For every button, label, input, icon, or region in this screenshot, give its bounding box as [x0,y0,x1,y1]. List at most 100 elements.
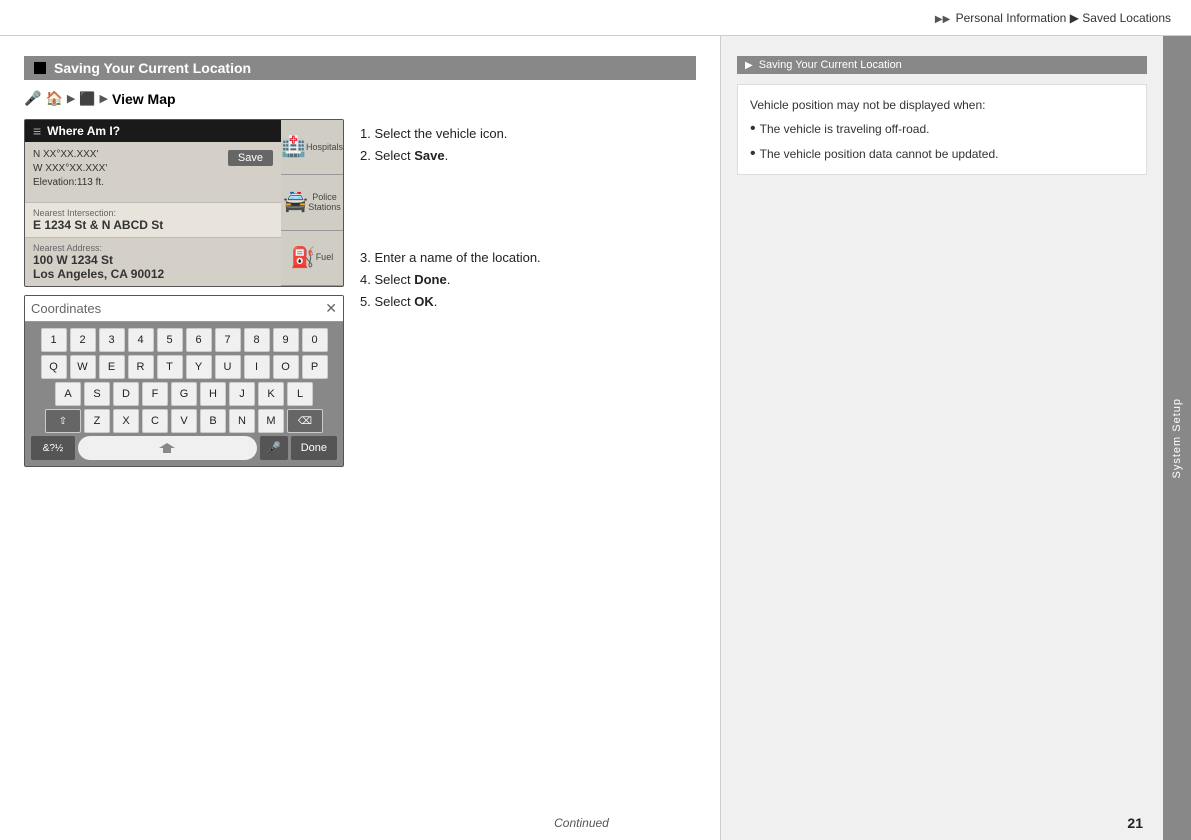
key-k[interactable]: K [258,382,284,406]
key-r[interactable]: R [128,355,154,379]
right-panel-title: Saving Your Current Location [759,59,902,71]
nav-intersection: Nearest Intersection: E 1234 St & N ABCD… [25,202,281,237]
space-key[interactable] [78,436,257,460]
fuel-btn[interactable]: ⛽ Fuel [281,231,343,286]
breadcrumb-part1: Personal Information [956,11,1067,25]
keyboard-screen: Coordinates ✕ 1 2 3 4 5 6 7 [24,295,344,467]
key-3[interactable]: 3 [99,328,125,352]
step2-prefix: 2. Select [360,148,414,163]
step4-bold: Done [414,272,447,287]
backspace-key[interactable]: ⌫ [287,409,323,433]
key-q[interactable]: Q [41,355,67,379]
right-panel-intro: Vehicle position may not be displayed wh… [750,95,1134,115]
key-j[interactable]: J [229,382,255,406]
bottom-row: &?½ 🎤 Done [29,436,339,460]
key-7[interactable]: 7 [215,328,241,352]
keyboard-close-icon[interactable]: ✕ [325,300,337,317]
symbols-key[interactable]: &?½ [31,436,75,460]
bullet-icon-2: • [750,144,756,163]
elevation: Elevation:113 ft. [33,176,273,190]
section-title-bar: Saving Your Current Location [24,56,696,80]
key-4[interactable]: 4 [128,328,154,352]
black-square-icon [34,62,46,74]
path-arrow1: ▶ [67,92,75,105]
key-5[interactable]: 5 [157,328,183,352]
nav-screen-main: ≡ Where Am I? Save N XX°XX.XXX' W XXX°XX… [25,120,281,286]
key-f[interactable]: F [142,382,168,406]
step5-suffix: . [434,294,438,309]
home-icon: 🏠 [45,90,62,107]
path-arrow2: ▶ [100,92,108,105]
key-0[interactable]: 0 [302,328,328,352]
key-m[interactable]: M [258,409,284,433]
sidebar-label-text: System Setup [1171,398,1183,478]
key-o[interactable]: O [273,355,299,379]
key-g[interactable]: G [171,382,197,406]
nav-header-title: Where Am I? [47,124,120,138]
breadcrumb-sep: ▶ [1070,11,1079,25]
key-i[interactable]: I [244,355,270,379]
key-1[interactable]: 1 [41,328,67,352]
bullet-item-2: • The vehicle position data cannot be up… [750,144,1134,164]
right-section-title: ▶ Saving Your Current Location [737,56,1147,74]
key-z[interactable]: Z [84,409,110,433]
step5: 5. Select OK. [360,291,541,313]
key-n[interactable]: N [229,409,255,433]
save-button[interactable]: Save [228,150,273,166]
bullet-text-1: The vehicle is traveling off-road. [760,119,930,139]
keyboard-input-text: Coordinates [31,301,325,316]
breadcrumb-part2: Saved Locations [1082,11,1171,25]
nearest-intersection-value: E 1234 St & N ABCD St [33,218,273,232]
step5-prefix: 5. Select [360,294,414,309]
hospitals-btn[interactable]: 🏥 Hospitals [281,120,343,175]
key-h[interactable]: H [200,382,226,406]
step3: 3. Enter a name of the location. [360,247,541,269]
key-y[interactable]: Y [186,355,212,379]
key-a[interactable]: A [55,382,81,406]
key-x[interactable]: X [113,409,139,433]
instructions-col: 1. Select the vehicle icon. 2. Select Sa… [344,119,541,313]
path-label: View Map [112,91,176,107]
key-p[interactable]: P [302,355,328,379]
main-content: Saving Your Current Location 🎤 🏠 ▶ ⬛ ▶ V… [0,36,1163,840]
keyboard-input-row: Coordinates ✕ [25,296,343,322]
nav-address: Nearest Address: 100 W 1234 St Los Angel… [25,237,281,286]
nav-side-icons: 🏥 Hospitals 🚔 Police Stations ⛽ Fuel [281,120,343,286]
qwerty-row: Q W E R T Y U I O P [29,355,339,379]
key-9[interactable]: 9 [273,328,299,352]
step2-bold: Save [414,148,444,163]
spacer1 [360,167,541,247]
mic-key[interactable]: 🎤 [260,436,288,460]
step4-prefix: 4. Select [360,272,414,287]
nav-info-section: Save N XX°XX.XXX' W XXX°XX.XXX' Elevatio… [25,142,281,202]
key-s[interactable]: S [84,382,110,406]
shift-key[interactable]: ⇧ [45,409,81,433]
key-v[interactable]: V [171,409,197,433]
breadcrumb-arrows: ▶▶ [935,14,950,25]
key-8[interactable]: 8 [244,328,270,352]
done-key[interactable]: Done [291,436,337,460]
step5-bold: OK [414,294,434,309]
key-b[interactable]: B [200,409,226,433]
key-c[interactable]: C [142,409,168,433]
screens-and-instructions: ≡ Where Am I? Save N XX°XX.XXX' W XXX°XX… [24,119,696,467]
key-e[interactable]: E [99,355,125,379]
mic-icon: 🎤 [24,90,41,107]
key-6[interactable]: 6 [186,328,212,352]
path-row: 🎤 🏠 ▶ ⬛ ▶ View Map [24,90,696,107]
bullet-text-2: The vehicle position data cannot be upda… [760,144,999,164]
police-btn[interactable]: 🚔 Police Stations [281,175,343,230]
breadcrumb-bar: ▶▶ Personal Information ▶ Saved Location… [0,0,1191,36]
key-w[interactable]: W [70,355,96,379]
step4: 4. Select Done. [360,269,541,291]
key-l[interactable]: L [287,382,313,406]
key-t[interactable]: T [157,355,183,379]
key-d[interactable]: D [113,382,139,406]
left-column: Saving Your Current Location 🎤 🏠 ▶ ⬛ ▶ V… [0,36,720,840]
key-2[interactable]: 2 [70,328,96,352]
nav-screen: ≡ Where Am I? Save N XX°XX.XXX' W XXX°XX… [24,119,344,287]
keyboard-keys: 1 2 3 4 5 6 7 8 9 0 Q [25,322,343,466]
section-title: Saving Your Current Location [54,60,251,76]
asdf-row: A S D F G H J K L [29,382,339,406]
key-u[interactable]: U [215,355,241,379]
